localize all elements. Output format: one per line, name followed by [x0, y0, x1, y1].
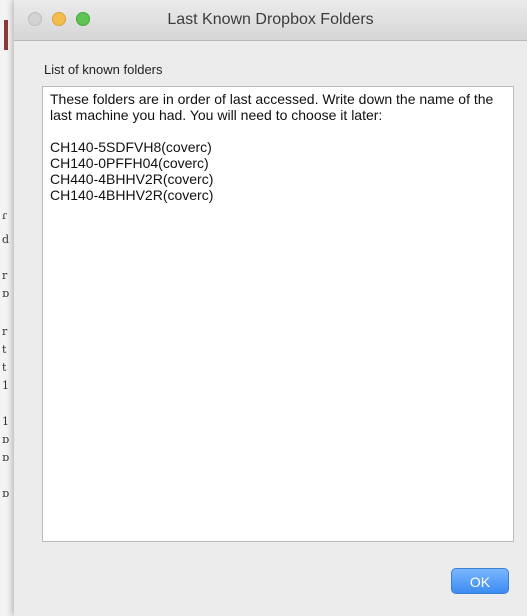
background-glyph: ɾ	[2, 209, 7, 222]
folders-description: These folders are in order of last acces…	[50, 91, 494, 123]
folder-item: CH140-4BHHV2R(coverc)	[50, 187, 214, 203]
background-glyph: ɒ	[2, 487, 10, 500]
background-accent	[4, 20, 8, 50]
background-glyph: ɒ	[2, 287, 10, 300]
background-glyph: 1	[2, 379, 9, 392]
background-glyph: r	[2, 269, 8, 282]
background-glyph: t	[2, 361, 7, 374]
folders-list-label: List of known folders	[44, 62, 163, 77]
background-glyph: ɒ	[2, 433, 10, 446]
dialog-window: Last Known Dropbox Folders List of known…	[14, 0, 527, 616]
window-title: Last Known Dropbox Folders	[167, 11, 374, 28]
folder-item: CH140-5SDFVH8(coverc)	[50, 139, 212, 155]
title-bar[interactable]: Last Known Dropbox Folders	[14, 0, 527, 41]
folders-text-area[interactable]: These folders are in order of last acces…	[42, 86, 514, 542]
background-glyph: d	[2, 233, 10, 246]
background-glyph: r	[2, 325, 8, 338]
folder-item: CH440-4BHHV2R(coverc)	[50, 171, 214, 187]
folder-item: CH140-0PFFH04(coverc)	[50, 155, 209, 171]
background-glyph: t	[2, 343, 7, 356]
background-glyph: 1	[2, 415, 9, 428]
background-glyph: ɒ	[2, 451, 10, 464]
ok-button[interactable]: OK	[451, 568, 509, 594]
background-window-edge: ɾ d r ɒ r t t 1 1 ɒ ɒ ɒ	[0, 0, 15, 616]
